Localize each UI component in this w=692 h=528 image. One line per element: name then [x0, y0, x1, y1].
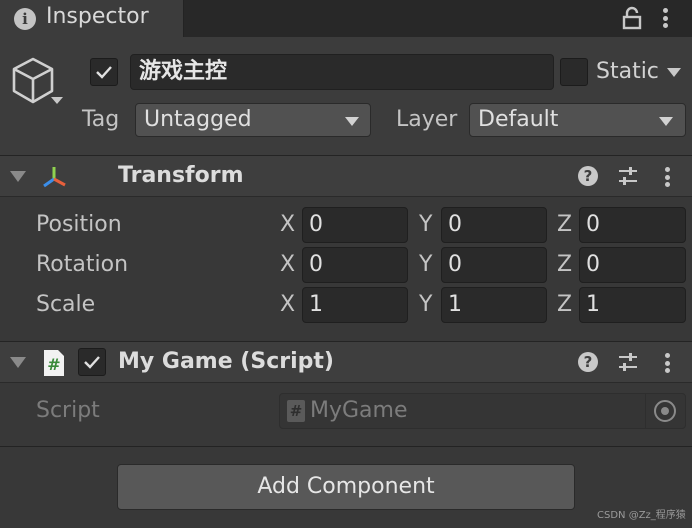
position-z-field[interactable]: 0 [579, 207, 686, 243]
more-icon[interactable] [664, 164, 670, 190]
axis-x-label[interactable]: X [280, 252, 295, 277]
divider [0, 446, 692, 447]
target-icon[interactable] [654, 400, 676, 422]
static-label: Static [596, 59, 659, 84]
tab-more-icon[interactable] [662, 5, 668, 31]
axis-y-label[interactable]: Y [419, 252, 432, 277]
tab-inspector[interactable]: i Inspector [0, 0, 184, 37]
icon-dropdown-arrow[interactable] [51, 97, 63, 104]
chevron-down-icon [659, 117, 673, 126]
transform-header[interactable]: Transform ? [0, 155, 692, 197]
object-name-field[interactable]: 游戏主控 [130, 54, 554, 90]
axis-y-label[interactable]: Y [419, 212, 432, 237]
static-dropdown-icon[interactable] [667, 68, 681, 77]
info-icon: i [14, 8, 36, 30]
axis-z-label[interactable]: Z [557, 292, 572, 317]
csharp-script-icon: # [287, 400, 305, 422]
watermark: CSDN @Zz_程序猿 [597, 510, 686, 521]
active-toggle[interactable] [90, 58, 118, 86]
tag-value: Untagged [144, 107, 252, 132]
help-icon[interactable]: ? [578, 352, 598, 372]
layer-dropdown[interactable]: Default [469, 103, 686, 137]
axis-x-label[interactable]: X [280, 212, 295, 237]
sliders-icon[interactable] [617, 165, 639, 187]
fold-arrow-icon[interactable] [10, 357, 26, 368]
axis-x-label[interactable]: X [280, 292, 295, 317]
fold-arrow-icon[interactable] [10, 171, 26, 182]
script-enabled-toggle[interactable] [78, 348, 106, 376]
position-label: Position [36, 212, 122, 237]
position-y-field[interactable]: 0 [441, 207, 547, 243]
add-component-button[interactable]: Add Component [117, 464, 575, 510]
checkmark-icon [84, 356, 100, 369]
scale-x-field[interactable]: 1 [302, 287, 408, 323]
more-icon[interactable] [664, 350, 670, 376]
layer-label: Layer [396, 107, 458, 132]
axis-z-label[interactable]: Z [557, 212, 572, 237]
field-separator [645, 394, 646, 428]
chevron-down-icon [345, 117, 359, 126]
sliders-icon[interactable] [617, 351, 639, 373]
tag-label: Tag [82, 107, 120, 132]
script-value: MyGame [310, 398, 408, 423]
transform-title: Transform [118, 163, 244, 188]
layer-value: Default [478, 107, 559, 132]
script-label: Script [36, 398, 100, 423]
script-component-header[interactable]: # My Game (Script) ? [0, 341, 692, 383]
cube-icon[interactable] [10, 56, 56, 106]
axis-z-label[interactable]: Z [557, 252, 572, 277]
scale-z-field[interactable]: 1 [579, 287, 686, 323]
rotation-z-field[interactable]: 0 [579, 247, 686, 283]
help-icon[interactable]: ? [578, 166, 598, 186]
csharp-script-icon: # [44, 350, 64, 376]
scale-y-field[interactable]: 1 [441, 287, 547, 323]
axis-y-label[interactable]: Y [419, 292, 432, 317]
script-component-title: My Game (Script) [118, 349, 334, 374]
rotation-label: Rotation [36, 252, 129, 277]
static-toggle[interactable] [560, 58, 588, 86]
svg-text:#: # [47, 355, 60, 374]
rotation-y-field[interactable]: 0 [441, 247, 547, 283]
rotation-x-field[interactable]: 0 [302, 247, 408, 283]
scale-label: Scale [36, 292, 96, 317]
lock-icon[interactable] [622, 6, 642, 30]
tab-inspector-label: Inspector [46, 4, 149, 29]
transform-axes-icon [43, 167, 66, 188]
checkmark-icon [96, 66, 112, 79]
tag-dropdown[interactable]: Untagged [135, 103, 371, 137]
position-x-field[interactable]: 0 [302, 207, 408, 243]
